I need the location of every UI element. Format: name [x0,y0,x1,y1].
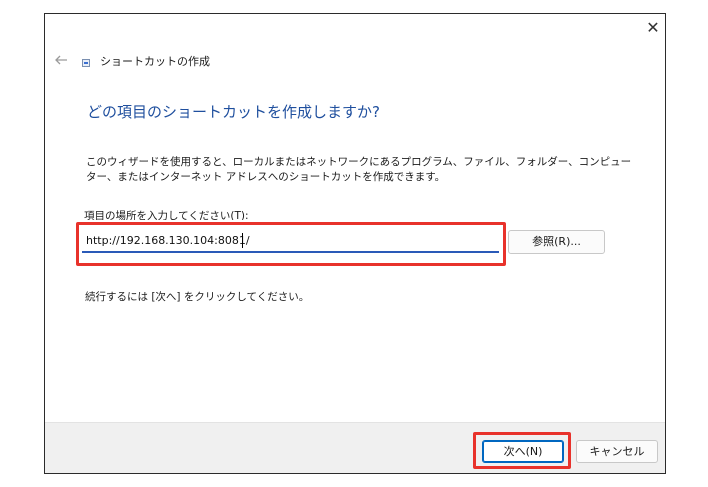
page-title: どの項目のショートカットを作成しますか? [87,103,380,121]
back-arrow-icon-svg [55,55,67,65]
location-label: 項目の場所を入力してください(T): [84,210,249,222]
close-icon[interactable]: ✕ [643,18,663,38]
create-shortcut-dialog: ✕ ショートカットの作成 どの項目のショートカットを作成しますか? このウィザー… [44,13,666,474]
back-arrow-icon[interactable] [53,52,69,68]
next-button[interactable]: 次へ(N) [482,440,564,463]
browse-button[interactable]: 参照(R)... [508,230,605,254]
wizard-title: ショートカットの作成 [100,55,210,68]
dialog-footer [45,422,665,473]
text-caret [242,233,243,248]
cancel-button[interactable]: キャンセル [576,440,658,463]
wizard-description: このウィザードを使用すると、ローカルまたはネットワークにあるプログラム、ファイル… [86,156,632,183]
location-input[interactable] [82,229,499,253]
shortcut-wizard-icon [82,59,90,67]
continue-hint: 続行するには [次へ] をクリックしてください。 [85,291,310,303]
